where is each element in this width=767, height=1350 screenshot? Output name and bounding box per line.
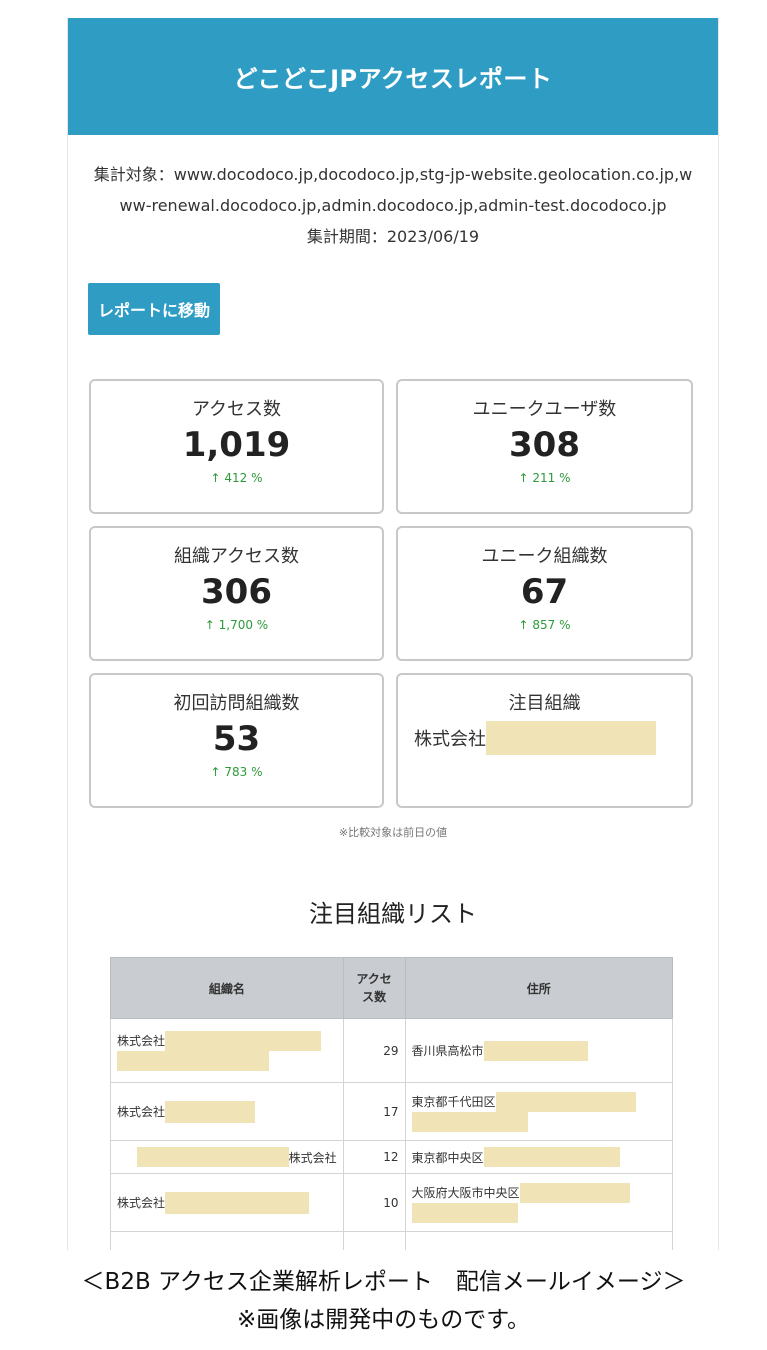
org-name-cell: 株式会社: [110, 1173, 344, 1232]
address-cell: 香川県高松市: [404, 1018, 674, 1083]
org-name-suffix: 株式会社: [288, 1150, 337, 1165]
stat-label: ユニーク組織数: [481, 546, 608, 567]
stat-change: ↑ 211 %: [518, 471, 571, 485]
redacted-block: [136, 1147, 289, 1167]
stat-card-featured-org: 注目組織 株式会社: [396, 673, 693, 808]
caption-title: ＜B2B アクセス企業解析レポート 配信メールイメージ＞: [81, 1269, 686, 1295]
org-name-cell: [110, 1231, 344, 1250]
column-header-org-name: 組織名: [110, 957, 344, 1019]
comparison-note: ※比較対象は前日の値: [338, 826, 448, 839]
column-header-access-label: アクセス数: [356, 972, 392, 1004]
stat-label: ユニークユーザ数: [472, 399, 617, 420]
org-name-cell: 株式会社: [110, 1018, 344, 1083]
stat-value: 1,019: [182, 425, 291, 465]
access-count-cell: 29: [342, 1018, 406, 1083]
address-cell: 東京都千代田区: [404, 1082, 674, 1141]
report-header: どこどこJPアクセスレポート: [68, 18, 718, 135]
stat-card-unique-users: ユニークユーザ数 308 ↑ 211 %: [396, 379, 693, 514]
table-row: 株式会社 12 東京都中央区: [110, 1140, 674, 1174]
table-row: 株式会社 17 東京都千代田区: [110, 1082, 674, 1141]
org-name-prefix: 株式会社: [117, 1105, 166, 1119]
stats-grid: アクセス数 1,019 ↑ 412 % ユニークユーザ数 308 ↑ 211 %…: [89, 379, 718, 808]
table-header-row: 組織名 アクセス数 住所: [110, 957, 674, 1019]
featured-org-name: 株式会社: [414, 721, 691, 755]
stat-card-org-access: 組織アクセス数 306 ↑ 1,700 %: [89, 526, 384, 661]
redacted-block: [519, 1182, 630, 1203]
stat-value: 306: [201, 572, 272, 612]
aggregation-targets: 集計対象：www.docodoco.jp,docodoco.jp,stg-jp-…: [93, 165, 693, 215]
redacted-block: [495, 1091, 636, 1112]
access-count-cell: 17: [342, 1082, 406, 1141]
stat-label: 組織アクセス数: [173, 546, 300, 567]
stat-label: 注目組織: [508, 693, 581, 714]
access-count-cell: 12: [342, 1140, 406, 1174]
stat-change: ↑ 412 %: [210, 471, 263, 485]
go-to-report-button[interactable]: レポートに移動: [88, 283, 221, 335]
redacted-block: [165, 1100, 256, 1123]
report-title: どこどこJPアクセスレポート: [233, 65, 553, 93]
redacted-block: [411, 1202, 518, 1223]
aggregation-period: 集計期間：2023/06/19: [306, 227, 480, 246]
redacted-block: [117, 1050, 269, 1071]
stat-value: 308: [509, 425, 580, 465]
stat-change: ↑ 783 %: [210, 765, 263, 779]
address-prefix: 香川県高松市: [411, 1044, 484, 1058]
address-prefix: 東京都中央区: [411, 1150, 484, 1165]
table-row: 株式会社 10 大阪府大阪市中央区: [110, 1173, 674, 1232]
column-header-address: 住所: [404, 957, 674, 1019]
org-name-cell: 株式会社: [110, 1082, 344, 1141]
redacted-block: [486, 721, 656, 755]
report-meta: 集計対象：www.docodoco.jp,docodoco.jp,stg-jp-…: [68, 135, 718, 252]
redacted-block: [483, 1040, 588, 1061]
email-preview: どこどこJPアクセスレポート 集計対象：www.docodoco.jp,doco…: [67, 18, 719, 1250]
stat-card-unique-orgs: ユニーク組織数 67 ↑ 857 %: [396, 526, 693, 661]
stat-card-access: アクセス数 1,019 ↑ 412 %: [89, 379, 384, 514]
address-cell: [404, 1231, 674, 1250]
stat-change: ↑ 857 %: [518, 618, 571, 632]
column-header-access: アクセス数: [342, 957, 406, 1019]
stat-value: 67: [520, 572, 569, 612]
stat-value: 53: [212, 719, 261, 759]
address-cell: 大阪府大阪市中央区: [404, 1173, 674, 1232]
redacted-block: [483, 1147, 620, 1167]
address-cell: 東京都中央区: [404, 1140, 674, 1174]
table-row: 株式会社 29 香川県高松市: [110, 1018, 674, 1083]
redacted-block: [165, 1191, 310, 1214]
stat-change: ↑ 1,700 %: [204, 618, 269, 632]
caption-note: ※画像は開発中のものです。: [237, 1307, 530, 1333]
image-caption: ＜B2B アクセス企業解析レポート 配信メールイメージ＞ ※画像は開発中のもので…: [0, 1263, 767, 1339]
stat-card-first-visit-orgs: 初回訪問組織数 53 ↑ 783 %: [89, 673, 384, 808]
org-name-prefix: 株式会社: [117, 1034, 166, 1048]
address-prefix: 大阪府大阪市中央区: [411, 1186, 520, 1200]
redacted-block: [165, 1030, 322, 1051]
redacted-block: [411, 1111, 528, 1132]
address-prefix: 東京都千代田区: [411, 1095, 496, 1109]
access-count-cell: [342, 1231, 406, 1250]
featured-org-list-title: 注目組織リスト: [309, 900, 477, 928]
access-count-cell: 10: [342, 1173, 406, 1232]
table-row: [110, 1231, 674, 1250]
featured-org-table: 組織名 アクセス数 住所 株式会社 29 香川県高松市 株式会社 17 東京都千…: [110, 957, 674, 1250]
stat-label: 初回訪問組織数: [173, 693, 300, 714]
org-name-cell: 株式会社: [110, 1140, 344, 1174]
org-prefix: 株式会社: [414, 729, 486, 750]
org-name-prefix: 株式会社: [117, 1196, 166, 1210]
stat-label: アクセス数: [191, 399, 282, 420]
